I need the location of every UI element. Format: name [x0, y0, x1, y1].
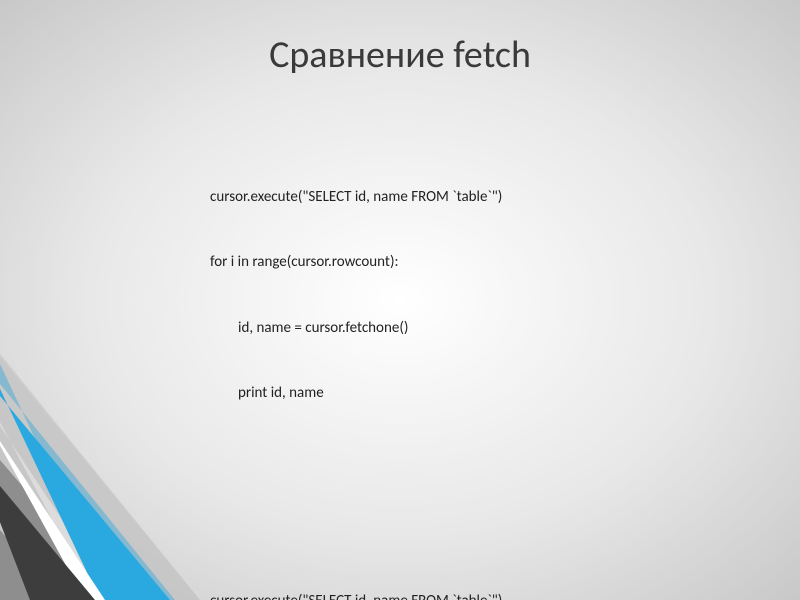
slide: Сравнение fetch cursor.execute("SELECT i…: [0, 0, 800, 600]
code-line: id, name = cursor.fetchone(): [210, 318, 730, 340]
code-line: for i in range(cursor.rowcount):: [210, 252, 730, 274]
code-block-fetchmany: cursor.execute("SELECT id, name FROM `ta…: [210, 547, 730, 600]
code-line: cursor.execute("SELECT id, name FROM `ta…: [210, 591, 730, 600]
code-line: cursor.execute("SELECT id, name FROM `ta…: [210, 187, 730, 209]
code-area: cursor.execute("SELECT id, name FROM `ta…: [210, 100, 730, 600]
code-block-fetchone: cursor.execute("SELECT id, name FROM `ta…: [210, 144, 730, 449]
code-line: print id, name: [210, 383, 730, 405]
slide-title: Сравнение fetch: [0, 32, 800, 78]
